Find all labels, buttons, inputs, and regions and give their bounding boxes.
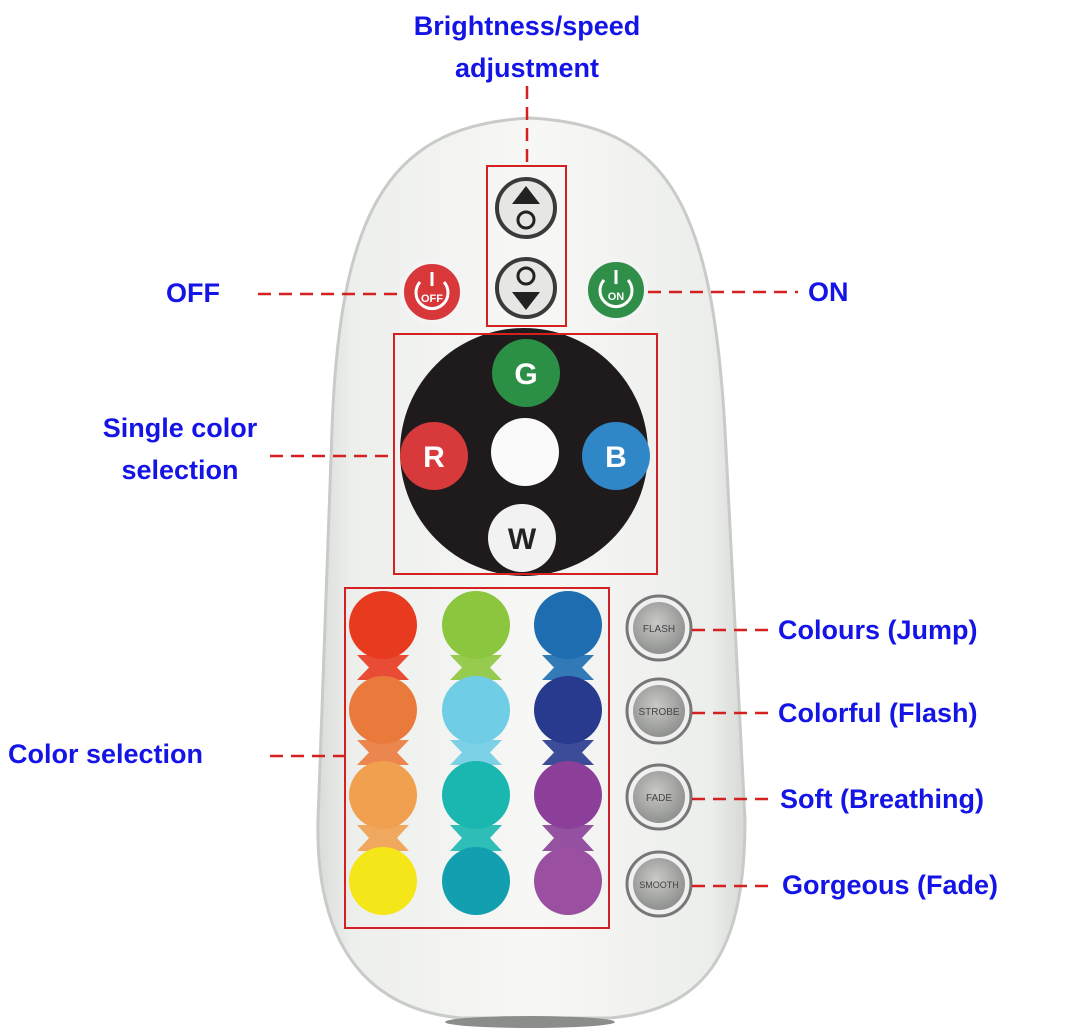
g-button[interactable]: G [492, 339, 560, 407]
r-button-label: R [423, 441, 445, 474]
strobe-button[interactable]: STROBE [625, 677, 693, 745]
on-button[interactable]: ON [584, 258, 648, 322]
off-button[interactable]: OFF [400, 260, 464, 324]
remote-bottom-shadow [445, 1016, 615, 1028]
on-button-text: ON [608, 291, 625, 303]
color-button-r3-c1[interactable] [349, 761, 417, 829]
color-button-r2-c1[interactable] [349, 676, 417, 744]
off-label: OFF [166, 278, 220, 308]
white-center-button[interactable] [491, 418, 559, 486]
single-color-label-line2: selection [121, 455, 239, 485]
brightness-down-button[interactable] [495, 257, 557, 319]
smooth-button[interactable]: SMOOTH [625, 850, 693, 918]
brightness-label-line1: Brightness/speed [413, 11, 641, 41]
smooth-button-label: SMOOTH [639, 880, 679, 890]
color-grid [349, 591, 602, 915]
w-button-label: W [508, 523, 537, 556]
color-button-r1-c2[interactable] [442, 591, 510, 659]
color-selection-label: Color selection [8, 739, 204, 769]
fade-button[interactable]: FADE [625, 763, 693, 831]
fade-label: Gorgeous (Fade) [782, 870, 999, 900]
b-button[interactable]: B [582, 422, 650, 490]
w-button[interactable]: W [488, 504, 556, 572]
brightness-up-button[interactable] [495, 177, 557, 239]
b-button-label: B [605, 441, 627, 474]
color-button-r2-c3[interactable] [534, 676, 602, 744]
color-button-r3-c2[interactable] [442, 761, 510, 829]
fade-button-label: FADE [646, 793, 672, 804]
color-button-r1-c3[interactable] [534, 591, 602, 659]
flash-label: Colorful (Flash) [778, 698, 978, 728]
color-button-r3-c3[interactable] [534, 761, 602, 829]
g-button-label: G [514, 358, 537, 391]
color-button-r4-c2[interactable] [442, 847, 510, 915]
on-label: ON [808, 277, 849, 307]
color-button-r1-c1[interactable] [349, 591, 417, 659]
color-button-r4-c3[interactable] [534, 847, 602, 915]
breathing-label: Soft (Breathing) [780, 784, 984, 814]
brightness-label-line2: adjustment [454, 53, 600, 83]
color-button-r4-c1[interactable] [349, 847, 417, 915]
r-button[interactable]: R [400, 422, 468, 490]
strobe-button-label: STROBE [638, 707, 679, 718]
flash-button-label: FLASH [643, 624, 675, 635]
jump-label: Colours (Jump) [778, 615, 978, 645]
single-color-label-line1: Single color [102, 413, 258, 443]
flash-button[interactable]: FLASH [625, 594, 693, 662]
off-button-text: OFF [421, 293, 443, 305]
color-button-r2-c2[interactable] [442, 676, 510, 744]
